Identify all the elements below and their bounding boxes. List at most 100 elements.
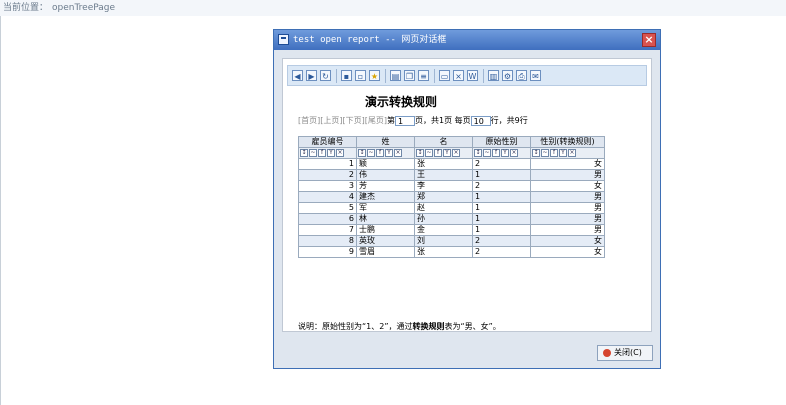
filter-icon[interactable]: ~ <box>367 148 375 157</box>
column-header[interactable]: 原始性别 <box>472 136 531 148</box>
sort-icon[interactable]: ↕ <box>532 148 540 157</box>
table-row: 6林孙1男 <box>298 213 605 225</box>
pager: [首页][上页][下页][尾页]第 1 页，共1页 每页 10 行，共9行 <box>298 115 528 127</box>
report-title: 演示转换规则 <box>364 95 437 109</box>
funnel-icon[interactable]: Y <box>501 148 509 157</box>
table-cell: 男 <box>530 169 605 181</box>
forward-icon[interactable]: ▶ <box>306 70 317 81</box>
breadcrumb: 当前位置： openTreePage <box>0 0 786 16</box>
print-preview-icon[interactable]: ▭ <box>439 70 450 81</box>
table-cell: 张 <box>414 158 473 170</box>
filter-icon[interactable]: ~ <box>541 148 549 157</box>
table-cell: 6 <box>298 213 357 225</box>
filter-icon[interactable]: ~ <box>425 148 433 157</box>
table-row: 3芳李2女 <box>298 180 605 192</box>
chart-icon[interactable]: ▥ <box>488 70 499 81</box>
table-cell: 女 <box>530 158 605 170</box>
clear-icon[interactable]: × <box>336 148 344 157</box>
function-icon[interactable]: f <box>550 148 558 157</box>
rows-per-page-input[interactable]: 10 <box>470 115 491 126</box>
table-cell: 3 <box>298 180 357 192</box>
pager-first-link[interactable]: [首页] <box>298 116 320 125</box>
table-cell: 女 <box>530 235 605 247</box>
table-cell: 男 <box>530 202 605 214</box>
table-cell: 伟 <box>356 169 415 181</box>
column-tools: ↕ ~ f Y × <box>414 147 473 159</box>
close-button-label: 关闭(C) <box>614 348 642 357</box>
table-cell: 芳 <box>356 180 415 192</box>
report-dialog: test open report -- 网页对话框 × ◀ ▶ ↻ ▪ ▫ ★ … <box>273 29 661 369</box>
column-header[interactable]: 名 <box>414 136 473 148</box>
table-cell: 刘 <box>414 235 473 247</box>
table-cell: 2 <box>472 246 531 258</box>
format-icon[interactable]: ≡ <box>418 70 429 81</box>
table-cell: 郑 <box>414 191 473 203</box>
table-cell: 赵 <box>414 202 473 214</box>
pager-next-link[interactable]: [下页] <box>343 116 365 125</box>
column-header[interactable]: 姓 <box>356 136 415 148</box>
filter-row: ↕ ~ f Y × ↕ ~ f Y × ↕ ~ f Y × ↕ ~ f Y × ↕ ~ f Y × <box>298 147 605 159</box>
funnel-icon[interactable]: Y <box>559 148 567 157</box>
close-icon[interactable]: × <box>642 33 656 47</box>
table-cell: 英玫 <box>356 235 415 247</box>
refresh-icon[interactable]: ↻ <box>320 70 331 81</box>
table-cell: 女 <box>530 246 605 258</box>
funnel-icon[interactable]: Y <box>385 148 393 157</box>
pager-prev-link[interactable]: [上页] <box>320 116 342 125</box>
column-header[interactable]: 性别(转换规则) <box>530 136 605 148</box>
table-cell: 4 <box>298 191 357 203</box>
sort-icon[interactable]: ↕ <box>300 148 308 157</box>
save-icon[interactable]: ▪ <box>341 70 352 81</box>
table-cell: 2 <box>472 158 531 170</box>
pager-page-prefix: 第 <box>387 116 395 125</box>
save-as-icon[interactable]: ▫ <box>355 70 366 81</box>
settings-icon[interactable]: ⚙ <box>502 70 513 81</box>
close-button[interactable]: 关闭(C) <box>597 345 653 361</box>
mail-icon[interactable]: ✉ <box>530 70 541 81</box>
table-cell: 2 <box>298 169 357 181</box>
clear-icon[interactable]: × <box>510 148 518 157</box>
report-content: ◀ ▶ ↻ ▪ ▫ ★ ▤ ❐ ≡ ▭ × W ▥ ⚙ ⎙ ✉ 演示转换规则 [… <box>282 58 652 332</box>
table-cell: 1 <box>472 224 531 236</box>
table-cell: 2 <box>472 235 531 247</box>
copy-icon[interactable]: ❐ <box>404 70 415 81</box>
print-icon[interactable]: ⎙ <box>516 70 527 81</box>
table-cell: 1 <box>298 158 357 170</box>
export-icon[interactable]: ▤ <box>390 70 401 81</box>
pager-last-link[interactable]: [尾页] <box>365 116 387 125</box>
funnel-icon[interactable]: Y <box>327 148 335 157</box>
report-toolbar: ◀ ▶ ↻ ▪ ▫ ★ ▤ ❐ ≡ ▭ × W ▥ ⚙ ⎙ ✉ <box>287 65 647 86</box>
table-cell: 1 <box>472 202 531 214</box>
function-icon[interactable]: f <box>492 148 500 157</box>
table-cell: 张 <box>414 246 473 258</box>
favorite-icon[interactable]: ★ <box>369 70 380 81</box>
sort-icon[interactable]: ↕ <box>474 148 482 157</box>
funnel-icon[interactable]: Y <box>443 148 451 157</box>
clear-icon[interactable]: × <box>452 148 460 157</box>
sort-icon[interactable]: ↕ <box>358 148 366 157</box>
filter-icon[interactable]: ~ <box>309 148 317 157</box>
sort-icon[interactable]: ↕ <box>416 148 424 157</box>
export-word-icon[interactable]: W <box>467 70 478 81</box>
function-icon[interactable]: f <box>318 148 326 157</box>
page-number-input[interactable]: 1 <box>395 115 415 126</box>
table-cell: 王 <box>414 169 473 181</box>
report-table: 雇员编号 姓 名 原始性别 性别(转换规则) ↕ ~ f Y × ↕ ~ f Y × ↕ ~ f Y ×… <box>298 136 605 258</box>
clear-icon[interactable]: × <box>394 148 402 157</box>
function-icon[interactable]: f <box>434 148 442 157</box>
function-icon[interactable]: f <box>376 148 384 157</box>
table-cell: 女 <box>530 180 605 192</box>
table-row: 4 建杰郑 1 男 <box>298 191 605 203</box>
export-excel-icon[interactable]: × <box>453 70 464 81</box>
table-cell: 2 <box>472 180 531 192</box>
back-icon[interactable]: ◀ <box>292 70 303 81</box>
clear-icon[interactable]: × <box>568 148 576 157</box>
table-cell: 男 <box>530 213 605 225</box>
column-tools: ↕ ~ f Y × <box>530 147 605 159</box>
filter-icon[interactable]: ~ <box>483 148 491 157</box>
toolbar-separator <box>483 69 484 83</box>
note-keyword: 转换规则 <box>412 322 445 331</box>
column-tools: ↕ ~ f Y × <box>472 147 531 159</box>
table-cell: 1 <box>472 169 531 181</box>
column-header[interactable]: 雇员编号 <box>298 136 357 148</box>
